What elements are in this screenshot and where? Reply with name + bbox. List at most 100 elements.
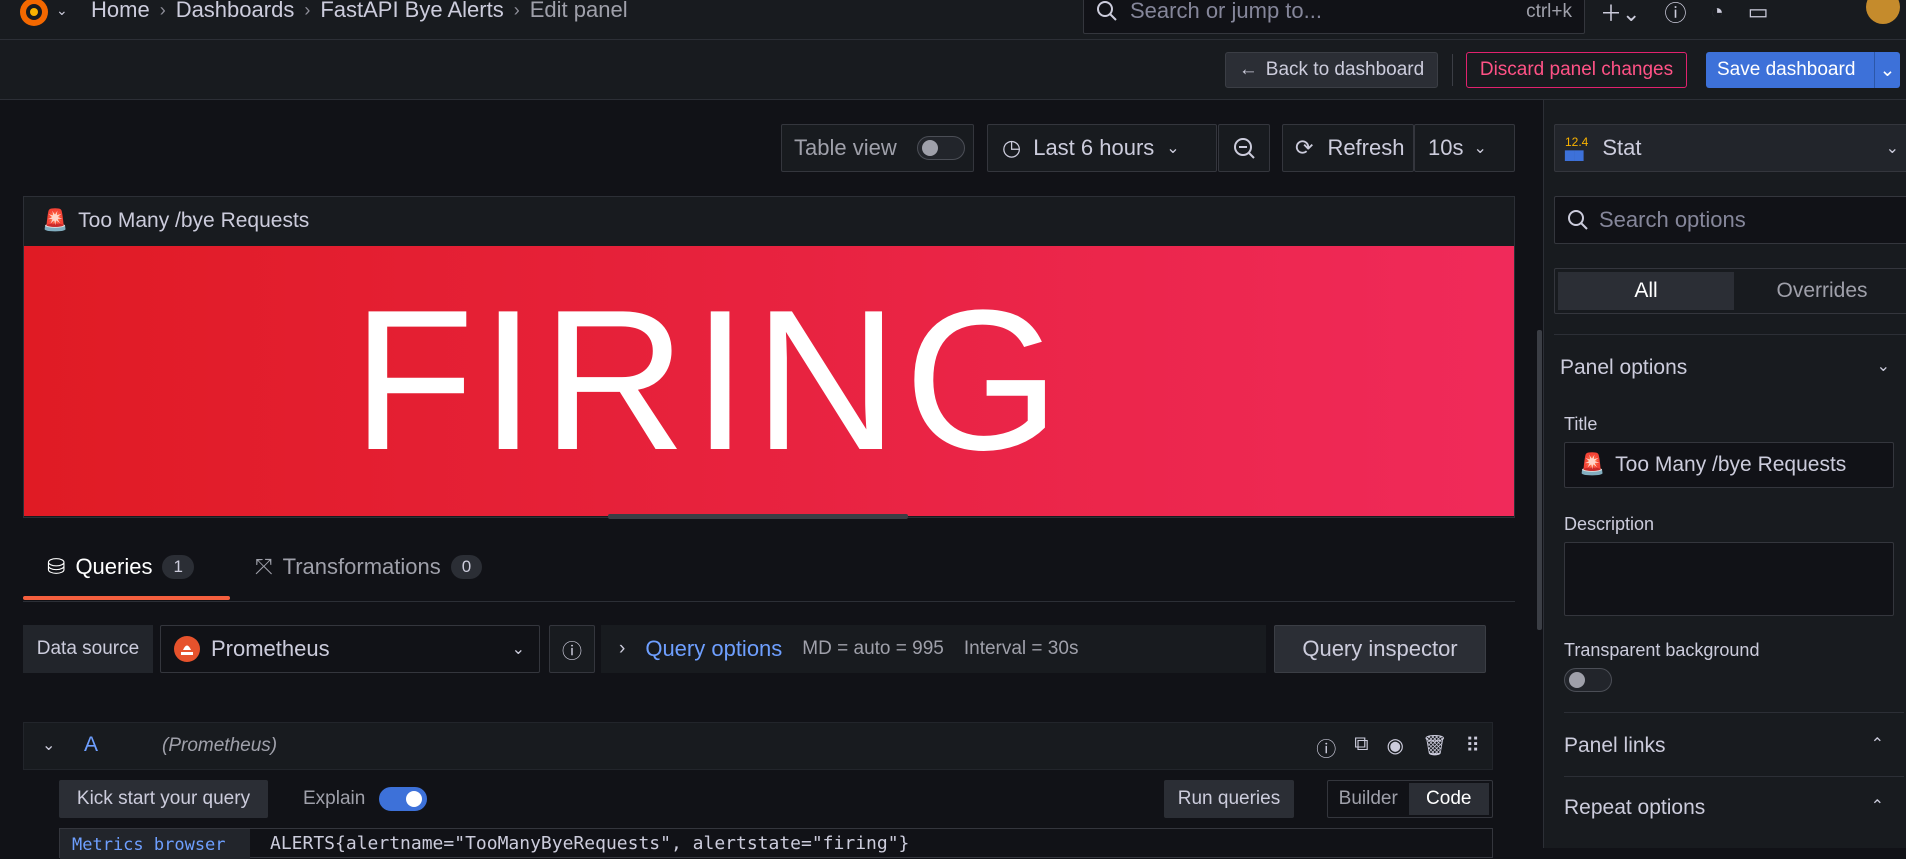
panel-options-label: Panel options [1560, 356, 1688, 379]
refresh-button[interactable]: ⟳ Refresh [1282, 124, 1414, 172]
zoom-out-icon [1234, 138, 1255, 159]
explain-label: Explain [303, 788, 366, 809]
monitor-icon[interactable]: ▭ [1748, 0, 1769, 25]
rss-icon[interactable]: ◔ [1710, 0, 1723, 25]
copy-icon[interactable]: ⧉ [1354, 733, 1368, 762]
query-expression[interactable]: ALERTS{alertname="TooManyByeRequests", a… [270, 833, 909, 854]
query-editor[interactable]: Metrics browser ALERTS{alertname="TooMan… [59, 828, 1493, 859]
max-datapoints-info: MD = auto = 995 [802, 638, 944, 659]
panel-links-section[interactable]: Panel links ⌃ [1564, 734, 1884, 758]
kick-start-query-button[interactable]: Kick start your query [59, 780, 268, 818]
code-mode-button[interactable]: Code [1408, 783, 1489, 815]
run-queries-button[interactable]: Run queries [1164, 780, 1294, 818]
zoom-out-button[interactable] [1218, 124, 1270, 172]
panel-links-label: Panel links [1564, 734, 1666, 757]
avatar[interactable] [1866, 0, 1900, 24]
query-actions-row: Kick start your query Explain Run querie… [59, 780, 1493, 820]
refresh-icon: ⟳ [1295, 135, 1314, 160]
transform-icon: ⤧ [255, 554, 273, 579]
breadcrumb-dashboard[interactable]: FastAPI Bye Alerts [320, 0, 503, 23]
description-label: Description [1564, 514, 1655, 534]
explain-toggle[interactable] [379, 787, 427, 811]
chevron-right-icon: › [304, 0, 311, 20]
plus-icon[interactable]: ＋⌄ [1600, 0, 1640, 28]
refresh-interval-picker[interactable]: 10s ⌄ [1414, 124, 1515, 172]
query-ref-id[interactable]: A [84, 733, 98, 757]
chevron-up-icon: ⌃ [1870, 736, 1884, 753]
save-label: Save dashboard [1717, 59, 1856, 80]
editor-mode-switch: Builder Code [1327, 780, 1493, 818]
chevron-down-icon[interactable]: ⌄ [42, 735, 55, 755]
datasource-label: Data source [23, 625, 153, 673]
tab-all[interactable]: All [1558, 272, 1734, 310]
time-range-picker[interactable]: ◷ Last 6 hours ⌄ [987, 124, 1217, 172]
drag-handle-icon[interactable]: ⠿ [1465, 733, 1480, 762]
divider [1452, 54, 1453, 86]
metrics-browser-button[interactable]: Metrics browser [60, 829, 250, 859]
query-options-toggle[interactable]: › Query options MD = auto = 995 Interval… [601, 625, 1266, 673]
save-dashboard-button[interactable]: Save dashboard ⌄ [1706, 52, 1900, 88]
tab-transformations[interactable]: ⤧ Transformations 0 [255, 554, 483, 580]
eye-icon[interactable]: ◉ [1387, 733, 1404, 762]
table-view-toggle[interactable]: Table view [781, 124, 974, 172]
chevron-down-icon[interactable]: ⌄ [56, 2, 68, 19]
top-bar: ⌄ Home › Dashboards › FastAPI Bye Alerts… [0, 0, 1906, 40]
query-row-header: ⌄ A (Prometheus) ⓘ ⧉ ◉ 🗑 ⠿ [23, 722, 1493, 770]
search-placeholder: Search or jump to... [1130, 0, 1322, 23]
breadcrumb: Home › Dashboards › FastAPI Bye Alerts ›… [91, 0, 628, 23]
siren-icon: 🚨 [42, 209, 69, 232]
divider [1554, 334, 1906, 335]
panel-preview: 🚨 Too Many /bye Requests FIRING [23, 196, 1515, 518]
chevron-right-icon: › [513, 0, 520, 20]
datasource-picker[interactable]: Prometheus ⌄ [160, 625, 540, 673]
chevron-down-icon: ⌄ [1885, 140, 1899, 157]
resize-handle[interactable] [608, 514, 908, 519]
panel-title-text: Too Many /bye Requests [78, 209, 310, 232]
search-input[interactable]: Search or jump to... ctrl+k [1083, 0, 1585, 34]
panel-options-section[interactable]: Panel options ⌄ [1560, 356, 1890, 380]
search-icon [1097, 1, 1117, 21]
divider [1564, 712, 1904, 713]
breadcrumb-current: Edit panel [529, 0, 628, 22]
query-inspector-button[interactable]: Query inspector [1274, 625, 1486, 673]
title-input-value: Too Many /bye Requests [1615, 453, 1847, 476]
help-icon[interactable]: ⓘ [1316, 733, 1336, 762]
tab-overrides[interactable]: Overrides [1734, 272, 1906, 310]
chevron-down-icon[interactable]: ⌄ [1874, 52, 1900, 88]
options-search-input[interactable]: Search options [1554, 196, 1906, 244]
chevron-down-icon: ⌄ [511, 641, 525, 658]
stat-value-text: FIRING [352, 269, 1066, 492]
scrollbar[interactable] [1537, 330, 1542, 630]
query-datasource-name: (Prometheus) [162, 735, 278, 756]
repeat-options-section[interactable]: Repeat options ⌃ [1564, 796, 1884, 820]
tab-transformations-count: 0 [450, 555, 483, 579]
description-textarea[interactable] [1564, 542, 1894, 616]
refresh-label: Refresh [1327, 135, 1405, 160]
tab-queries-label: Queries [75, 554, 153, 579]
breadcrumb-home[interactable]: Home [91, 0, 150, 23]
title-label: Title [1564, 414, 1598, 434]
clock-icon: ◷ [1002, 135, 1022, 160]
query-options-label: Query options [645, 636, 783, 661]
trash-icon[interactable]: 🗑 [1422, 733, 1447, 762]
siren-icon: 🚨 [1579, 453, 1606, 476]
panel-title: 🚨 Too Many /bye Requests [42, 209, 309, 233]
title-input[interactable]: 🚨 Too Many /bye Requests [1564, 442, 1894, 488]
tab-queries-count: 1 [162, 555, 194, 579]
grafana-logo-icon[interactable] [14, 0, 54, 32]
visualization-picker[interactable]: 12.4 ▆▆ Stat ⌄ [1554, 124, 1906, 172]
chevron-right-icon: › [619, 638, 626, 659]
discard-changes-button[interactable]: Discard panel changes [1466, 52, 1687, 88]
transparent-background-toggle[interactable] [1564, 668, 1612, 692]
options-filter: All Overrides [1554, 268, 1906, 314]
divider [1564, 776, 1904, 777]
transparent-background-label: Transparent background [1564, 640, 1760, 660]
help-icon[interactable]: ⓘ [1664, 0, 1686, 28]
tab-queries[interactable]: ⛁ Queries 1 [47, 554, 194, 580]
options-pane: 12.4 ▆▆ Stat ⌄ Search options All Overrid… [1543, 100, 1906, 848]
datasource-help-button[interactable]: ⓘ [549, 625, 595, 673]
builder-mode-button[interactable]: Builder [1328, 788, 1409, 810]
breadcrumb-dashboards[interactable]: Dashboards [176, 0, 295, 23]
toggle-switch[interactable] [916, 136, 965, 160]
back-to-dashboard-button[interactable]: ← Back to dashboard [1225, 52, 1438, 88]
